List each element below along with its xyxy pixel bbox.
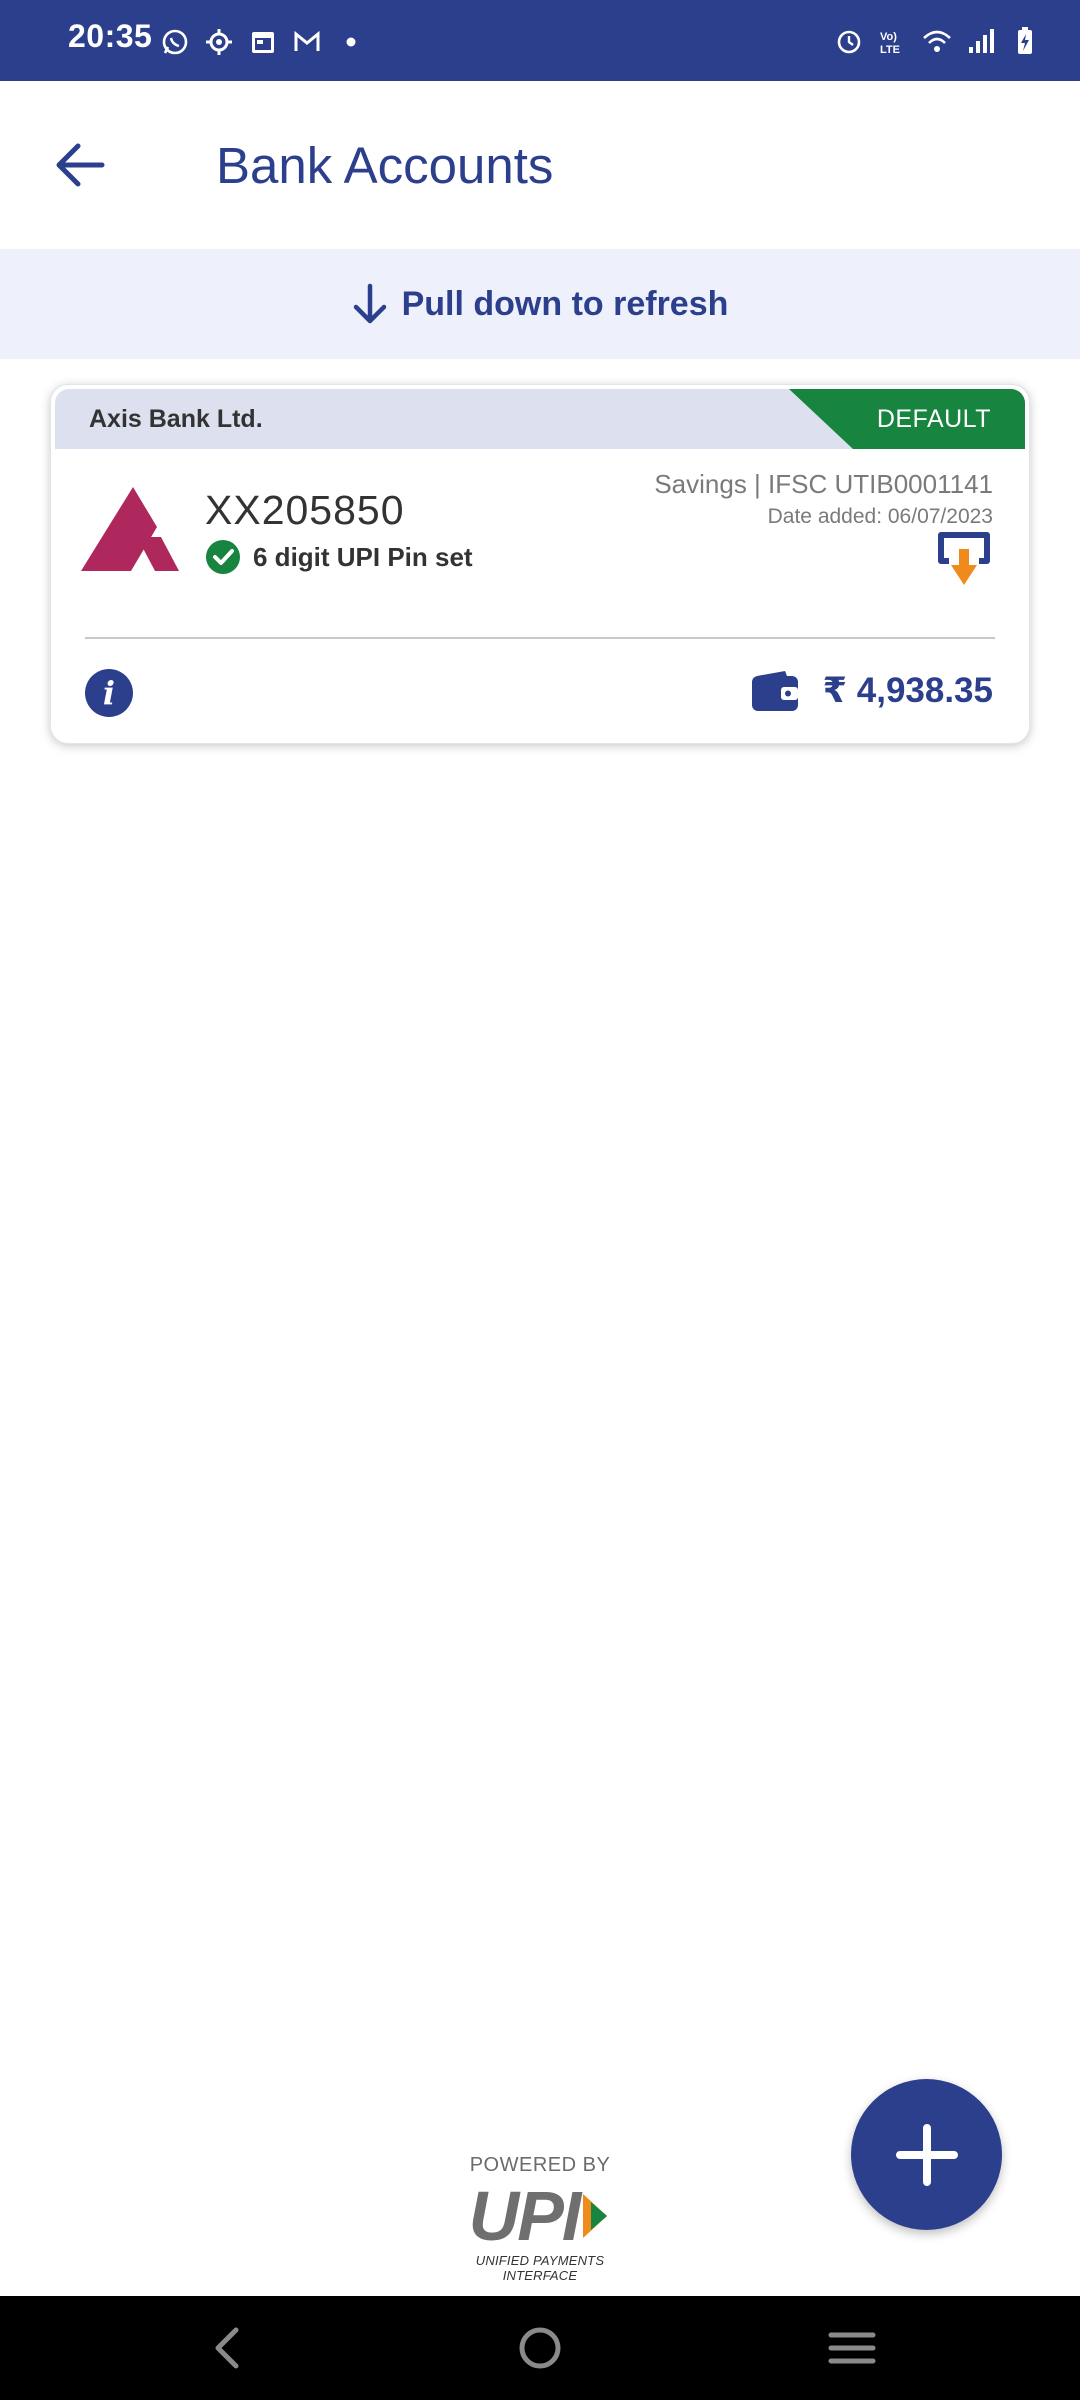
whatsapp-icon (162, 29, 188, 55)
upi-wordmark: UPI (468, 2177, 582, 2255)
info-icon: i (102, 674, 116, 712)
account-balance: ₹ 4,938.35 (822, 671, 993, 710)
system-nav-bar (0, 2296, 1080, 2400)
account-type-ifsc: Savings | IFSC UTIB0001141 (654, 469, 993, 499)
volte-icon: Vo)LTE (880, 31, 900, 56)
nav-back-icon (215, 2327, 239, 2369)
gmail-icon (294, 30, 320, 51)
settings-icon (206, 29, 232, 55)
axis-bank-logo (81, 487, 179, 571)
upi-pin-status: 6 digit UPI Pin set (205, 539, 473, 575)
arrow-left-icon (56, 143, 105, 187)
plus-icon (895, 2123, 958, 2186)
status-bar: 20:35 Vo) LTE (0, 0, 1080, 81)
wifi-icon (923, 30, 951, 52)
account-number: XX205850 (205, 487, 405, 533)
nav-home-button[interactable] (510, 2318, 570, 2378)
upi-arrow-icon (583, 2194, 608, 2238)
page-title: Bank Accounts (216, 137, 554, 194)
arrow-down-icon (353, 283, 386, 324)
svg-text:Vo): Vo) (880, 31, 897, 43)
bank-name: Axis Bank Ltd. (89, 405, 263, 433)
refresh-text: Pull down to refresh (401, 284, 729, 323)
back-button[interactable] (48, 133, 112, 197)
powered-by-upi: POWERED BY UPI UNIFIED PAYMENTS INTERFAC… (440, 2154, 640, 2283)
bank-account-card[interactable]: Axis Bank Ltd. DEFAULT XX205850 6 digit … (50, 384, 1030, 744)
pin-status-text: 6 digit UPI Pin set (253, 541, 473, 572)
signal-icon (969, 29, 994, 53)
svg-text:LTE: LTE (880, 44, 900, 56)
add-bank-account-button[interactable] (851, 2079, 1002, 2230)
info-button[interactable]: i (85, 669, 133, 717)
balance-row[interactable]: ₹ 4,938.35 (751, 670, 993, 712)
app-bar: Bank Accounts (0, 81, 1080, 249)
status-icons-right: Vo) LTE (834, 20, 1040, 62)
check-circle-icon (206, 540, 240, 574)
nav-recents-button[interactable] (822, 2318, 882, 2378)
nav-home-icon (519, 2327, 561, 2369)
default-badge-label: DEFAULT (876, 404, 991, 433)
refresh-banner: Pull down to refresh (0, 249, 1080, 359)
nav-menu-icon (828, 2332, 876, 2364)
nav-back-button[interactable] (197, 2318, 257, 2378)
wallet-icon (751, 671, 798, 711)
calendar-icon (252, 32, 274, 53)
dot-icon (346, 37, 356, 47)
status-time: 20:35 (68, 18, 153, 54)
status-icons-left (160, 22, 366, 62)
powered-by-label: POWERED BY (469, 2154, 611, 2176)
date-added: Date added: 06/07/2023 (767, 505, 993, 528)
upi-logo: UPI (440, 2181, 640, 2251)
download-statement-icon[interactable] (935, 531, 993, 587)
battery-charging-icon (1018, 27, 1032, 54)
default-badge: DEFAULT (789, 389, 1025, 449)
card-divider (85, 637, 995, 639)
alarm-icon (837, 30, 861, 54)
upi-full-name: UNIFIED PAYMENTS INTERFACE (475, 2253, 605, 2283)
card-header: Axis Bank Ltd. DEFAULT (55, 389, 1025, 449)
